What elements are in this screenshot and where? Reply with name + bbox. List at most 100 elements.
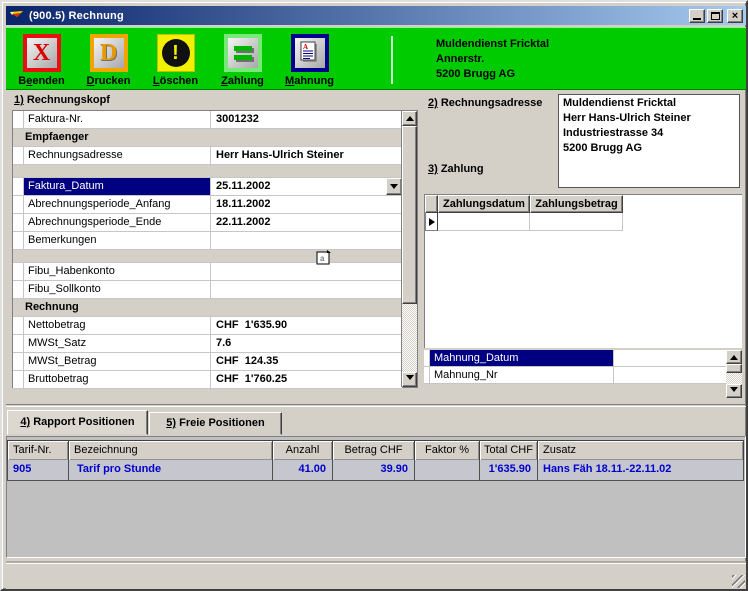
minimize-button[interactable] bbox=[689, 8, 705, 23]
field-value[interactable]: 25.11.2002 bbox=[211, 178, 402, 195]
positionen-table: Tarif-Nr. Bezeichnung Anzahl Betrag CHF … bbox=[6, 436, 746, 558]
zahlung-empty-row[interactable] bbox=[425, 213, 742, 231]
cell-anzahl[interactable]: 41.00 bbox=[272, 460, 333, 481]
row-bruttobetrag[interactable]: Bruttobetrag CHF 1'760.25 bbox=[13, 371, 402, 389]
drucken-button[interactable]: D Drucken bbox=[75, 34, 142, 89]
row-selector[interactable] bbox=[13, 214, 24, 231]
row-faktura-datum[interactable]: Faktura_Datum 25.11.2002 bbox=[13, 178, 402, 196]
header-tarif-nr[interactable]: Tarif-Nr. bbox=[7, 440, 69, 461]
grid-spacer-row bbox=[13, 250, 402, 263]
scrollbar-track[interactable] bbox=[726, 373, 742, 384]
row-nettobetrag[interactable]: Nettobetrag CHF 1'635.90 bbox=[13, 317, 402, 335]
faktura-datum-dropdown-button[interactable] bbox=[386, 178, 402, 195]
field-value[interactable]: CHF 124.35 bbox=[211, 353, 402, 370]
field-value[interactable]: 3001232 bbox=[211, 111, 402, 128]
field-value[interactable]: 7.6 bbox=[211, 335, 402, 352]
row-selector[interactable] bbox=[13, 371, 24, 388]
field-label: Faktura_Datum bbox=[24, 178, 211, 195]
mahnung-grid: Mahnung_Datum Mahnung_Nr bbox=[424, 350, 742, 398]
zahlung-cell-betrag[interactable] bbox=[530, 213, 623, 231]
cell-bezeichnung[interactable]: Tarif pro Stunde bbox=[68, 460, 273, 481]
row-selector[interactable] bbox=[13, 335, 24, 352]
field-value[interactable]: CHF 1'760.25 bbox=[211, 371, 402, 388]
field-value[interactable] bbox=[614, 350, 726, 366]
row-fibu-habenkonto[interactable]: Fibu_Habenkonto bbox=[13, 263, 402, 281]
positionen-data-row[interactable]: 905 Tarif pro Stunde 41.00 39.90 1'635.9… bbox=[7, 460, 744, 481]
row-mahnung-nr[interactable]: Mahnung_Nr bbox=[424, 367, 726, 384]
row-rechnungsadresse[interactable]: Rechnungsadresse Herr Hans-Ulrich Steine… bbox=[13, 147, 402, 165]
row-mwst-betrag[interactable]: MWSt_Betrag CHF 124.35 bbox=[13, 353, 402, 371]
mahnung-scrollbar[interactable] bbox=[726, 350, 742, 398]
row-abrechnungsperiode-anfang[interactable]: Abrechnungsperiode_Anfang 18.11.2002 bbox=[13, 196, 402, 214]
field-label: Bemerkungen bbox=[24, 232, 211, 249]
cell-tarif-nr[interactable]: 905 bbox=[7, 460, 69, 481]
toolbar: X Beenden D Drucken ! Löschen Zahlung A … bbox=[6, 27, 746, 90]
scroll-down-button[interactable] bbox=[726, 384, 742, 398]
row-selector[interactable] bbox=[13, 263, 24, 280]
section-zahlung-title: 3) Zahlung bbox=[428, 163, 484, 175]
cell-zusatz[interactable]: Hans Fäh 18.11.-22.11.02 bbox=[537, 460, 744, 481]
rechnungsadresse-box[interactable]: Muldendienst Fricktal Herr Hans-Ulrich S… bbox=[558, 94, 740, 188]
app-window: (900.5) Rechnung × X Beenden D Drucken !… bbox=[0, 0, 748, 591]
cell-total-chf[interactable]: 1'635.90 bbox=[479, 460, 538, 481]
field-value[interactable] bbox=[614, 367, 726, 383]
row-fibu-sollkonto[interactable]: Fibu_Sollkonto bbox=[13, 281, 402, 299]
field-value[interactable]: 22.11.2002 bbox=[211, 214, 402, 231]
header-anzahl[interactable]: Anzahl bbox=[272, 440, 333, 461]
loeschen-button[interactable]: ! Löschen bbox=[142, 34, 209, 89]
zahlung-cell-datum[interactable] bbox=[438, 213, 530, 231]
maximize-button[interactable] bbox=[707, 8, 723, 23]
cell-betrag-chf[interactable]: 39.90 bbox=[332, 460, 415, 481]
row-selector[interactable] bbox=[13, 147, 24, 164]
field-value[interactable]: Herr Hans-Ulrich Steiner bbox=[211, 147, 402, 164]
section-rechnungsadresse-title: 2) Rechnungsadresse bbox=[428, 97, 543, 109]
field-label: Mahnung_Nr bbox=[430, 367, 614, 383]
zahlung-button[interactable]: Zahlung bbox=[209, 34, 276, 89]
field-value[interactable] bbox=[211, 263, 402, 280]
resize-grip[interactable] bbox=[732, 575, 745, 588]
row-selector[interactable] bbox=[13, 178, 24, 195]
field-value[interactable]: a bbox=[211, 232, 402, 265]
tab-freie-positionen[interactable]: 5) Freie Positionen bbox=[149, 412, 282, 435]
address-line: 5200 Brugg AG bbox=[563, 142, 643, 154]
zahlung-header-betrag[interactable]: Zahlungsbetrag bbox=[530, 195, 623, 213]
scroll-down-button[interactable] bbox=[402, 372, 417, 387]
beenden-button[interactable]: X Beenden bbox=[8, 34, 75, 89]
row-selector[interactable] bbox=[13, 196, 24, 213]
cell-faktor[interactable] bbox=[414, 460, 480, 481]
scroll-up-button[interactable] bbox=[402, 111, 417, 126]
row-bemerkungen[interactable]: Bemerkungen a bbox=[13, 232, 402, 265]
row-selector[interactable] bbox=[13, 317, 24, 334]
row-selector[interactable] bbox=[13, 232, 24, 249]
row-selector[interactable] bbox=[13, 111, 24, 128]
record-selector-cell[interactable] bbox=[425, 213, 438, 231]
scrollbar-track[interactable] bbox=[402, 304, 417, 372]
rechnungskopf-scrollbar[interactable] bbox=[401, 111, 417, 387]
header-faktor[interactable]: Faktor % bbox=[414, 440, 480, 461]
titlebar[interactable]: (900.5) Rechnung × bbox=[6, 6, 746, 25]
zahlung-header-datum[interactable]: Zahlungsdatum bbox=[438, 195, 530, 213]
mahnung-button[interactable]: A Mahnung bbox=[276, 34, 343, 89]
row-selector[interactable] bbox=[13, 353, 24, 370]
svg-text:A: A bbox=[303, 43, 308, 51]
header-total-chf[interactable]: Total CHF bbox=[479, 440, 538, 461]
field-value[interactable]: CHF 1'635.90 bbox=[211, 317, 402, 334]
scrollbar-thumb[interactable] bbox=[402, 126, 417, 304]
row-abrechnungsperiode-ende[interactable]: Abrechnungsperiode_Ende 22.11.2002 bbox=[13, 214, 402, 232]
header-zusatz[interactable]: Zusatz bbox=[537, 440, 744, 461]
scroll-up-button[interactable] bbox=[726, 350, 742, 364]
header-betrag-chf[interactable]: Betrag CHF bbox=[332, 440, 415, 461]
row-selector[interactable] bbox=[13, 281, 24, 298]
row-faktura-nr[interactable]: Faktura-Nr. 3001232 bbox=[13, 111, 402, 129]
status-bar bbox=[6, 563, 746, 589]
field-value[interactable] bbox=[211, 281, 402, 298]
field-value[interactable]: 18.11.2002 bbox=[211, 196, 402, 213]
address-line: Muldendienst Fricktal bbox=[563, 97, 677, 109]
header-bezeichnung[interactable]: Bezeichnung bbox=[68, 440, 273, 461]
scrollbar-thumb[interactable] bbox=[726, 364, 742, 373]
row-mwst-satz[interactable]: MWSt_Satz 7.6 bbox=[13, 335, 402, 353]
field-label: MWSt_Satz bbox=[24, 335, 211, 352]
close-button[interactable]: × bbox=[727, 8, 743, 23]
row-mahnung-datum[interactable]: Mahnung_Datum bbox=[424, 350, 726, 367]
tab-rapport-positionen[interactable]: 4) Rapport Positionen bbox=[7, 410, 148, 435]
